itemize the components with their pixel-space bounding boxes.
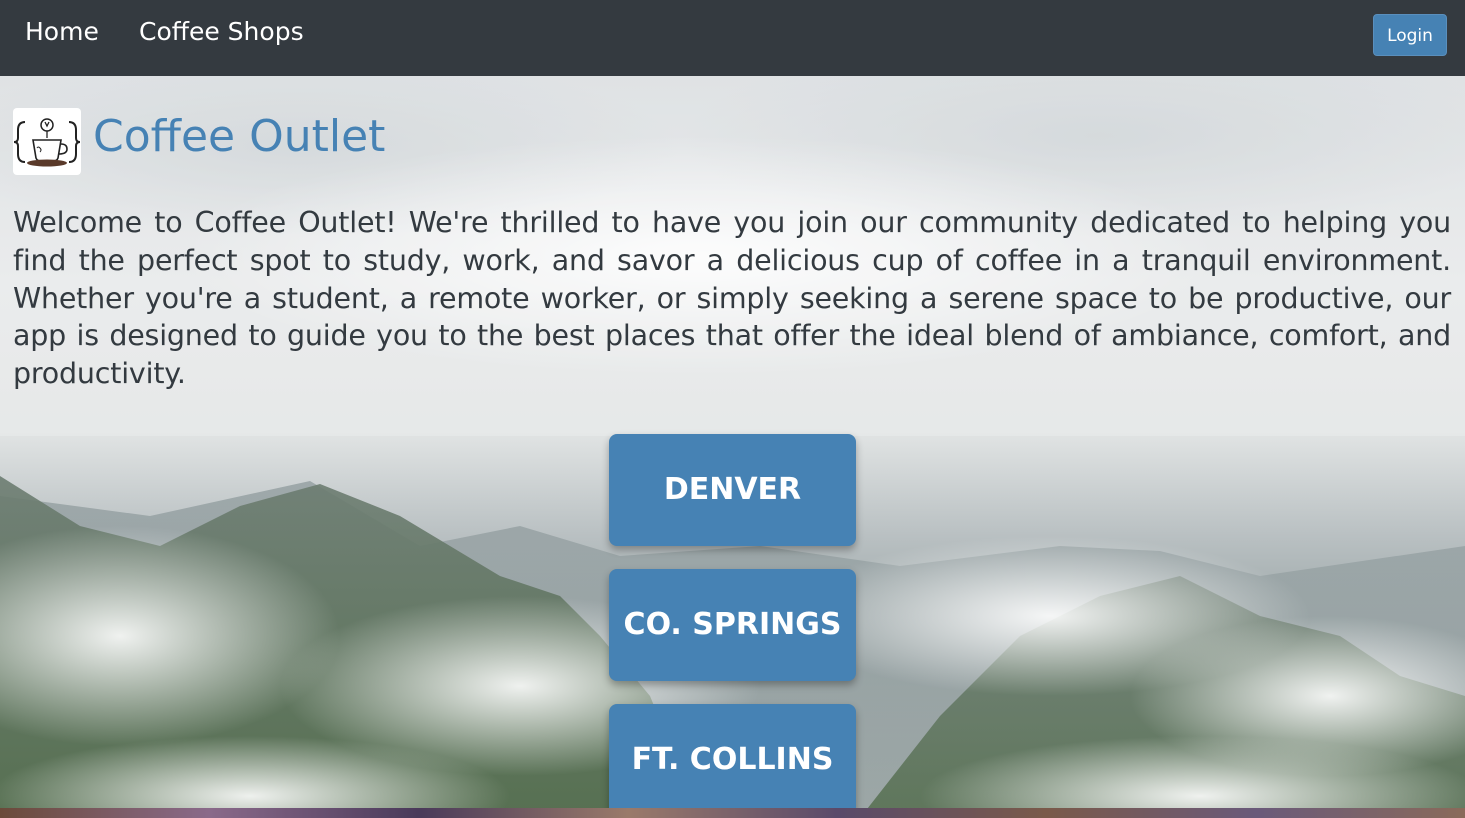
nav-coffee-shops-link[interactable]: Coffee Shops <box>139 14 304 50</box>
city-button-denver[interactable]: DENVER <box>609 434 856 546</box>
nav-home-link[interactable]: Home <box>25 14 99 50</box>
footer-decoration <box>0 808 1465 818</box>
coffee-cup-icon <box>13 108 81 175</box>
city-button-co-springs[interactable]: CO. SPRINGS <box>609 569 856 681</box>
site-title: Coffee Outlet <box>93 111 386 162</box>
page: Home Coffee Shops Login Coffee Outlet We… <box>0 0 1465 818</box>
welcome-paragraph: Welcome to Coffee Outlet! We're thrilled… <box>13 206 1451 391</box>
login-button[interactable]: Login <box>1373 14 1447 56</box>
top-navbar: Home Coffee Shops Login <box>0 0 1465 76</box>
city-button-ft-collins[interactable]: FT. COLLINS <box>609 704 856 816</box>
